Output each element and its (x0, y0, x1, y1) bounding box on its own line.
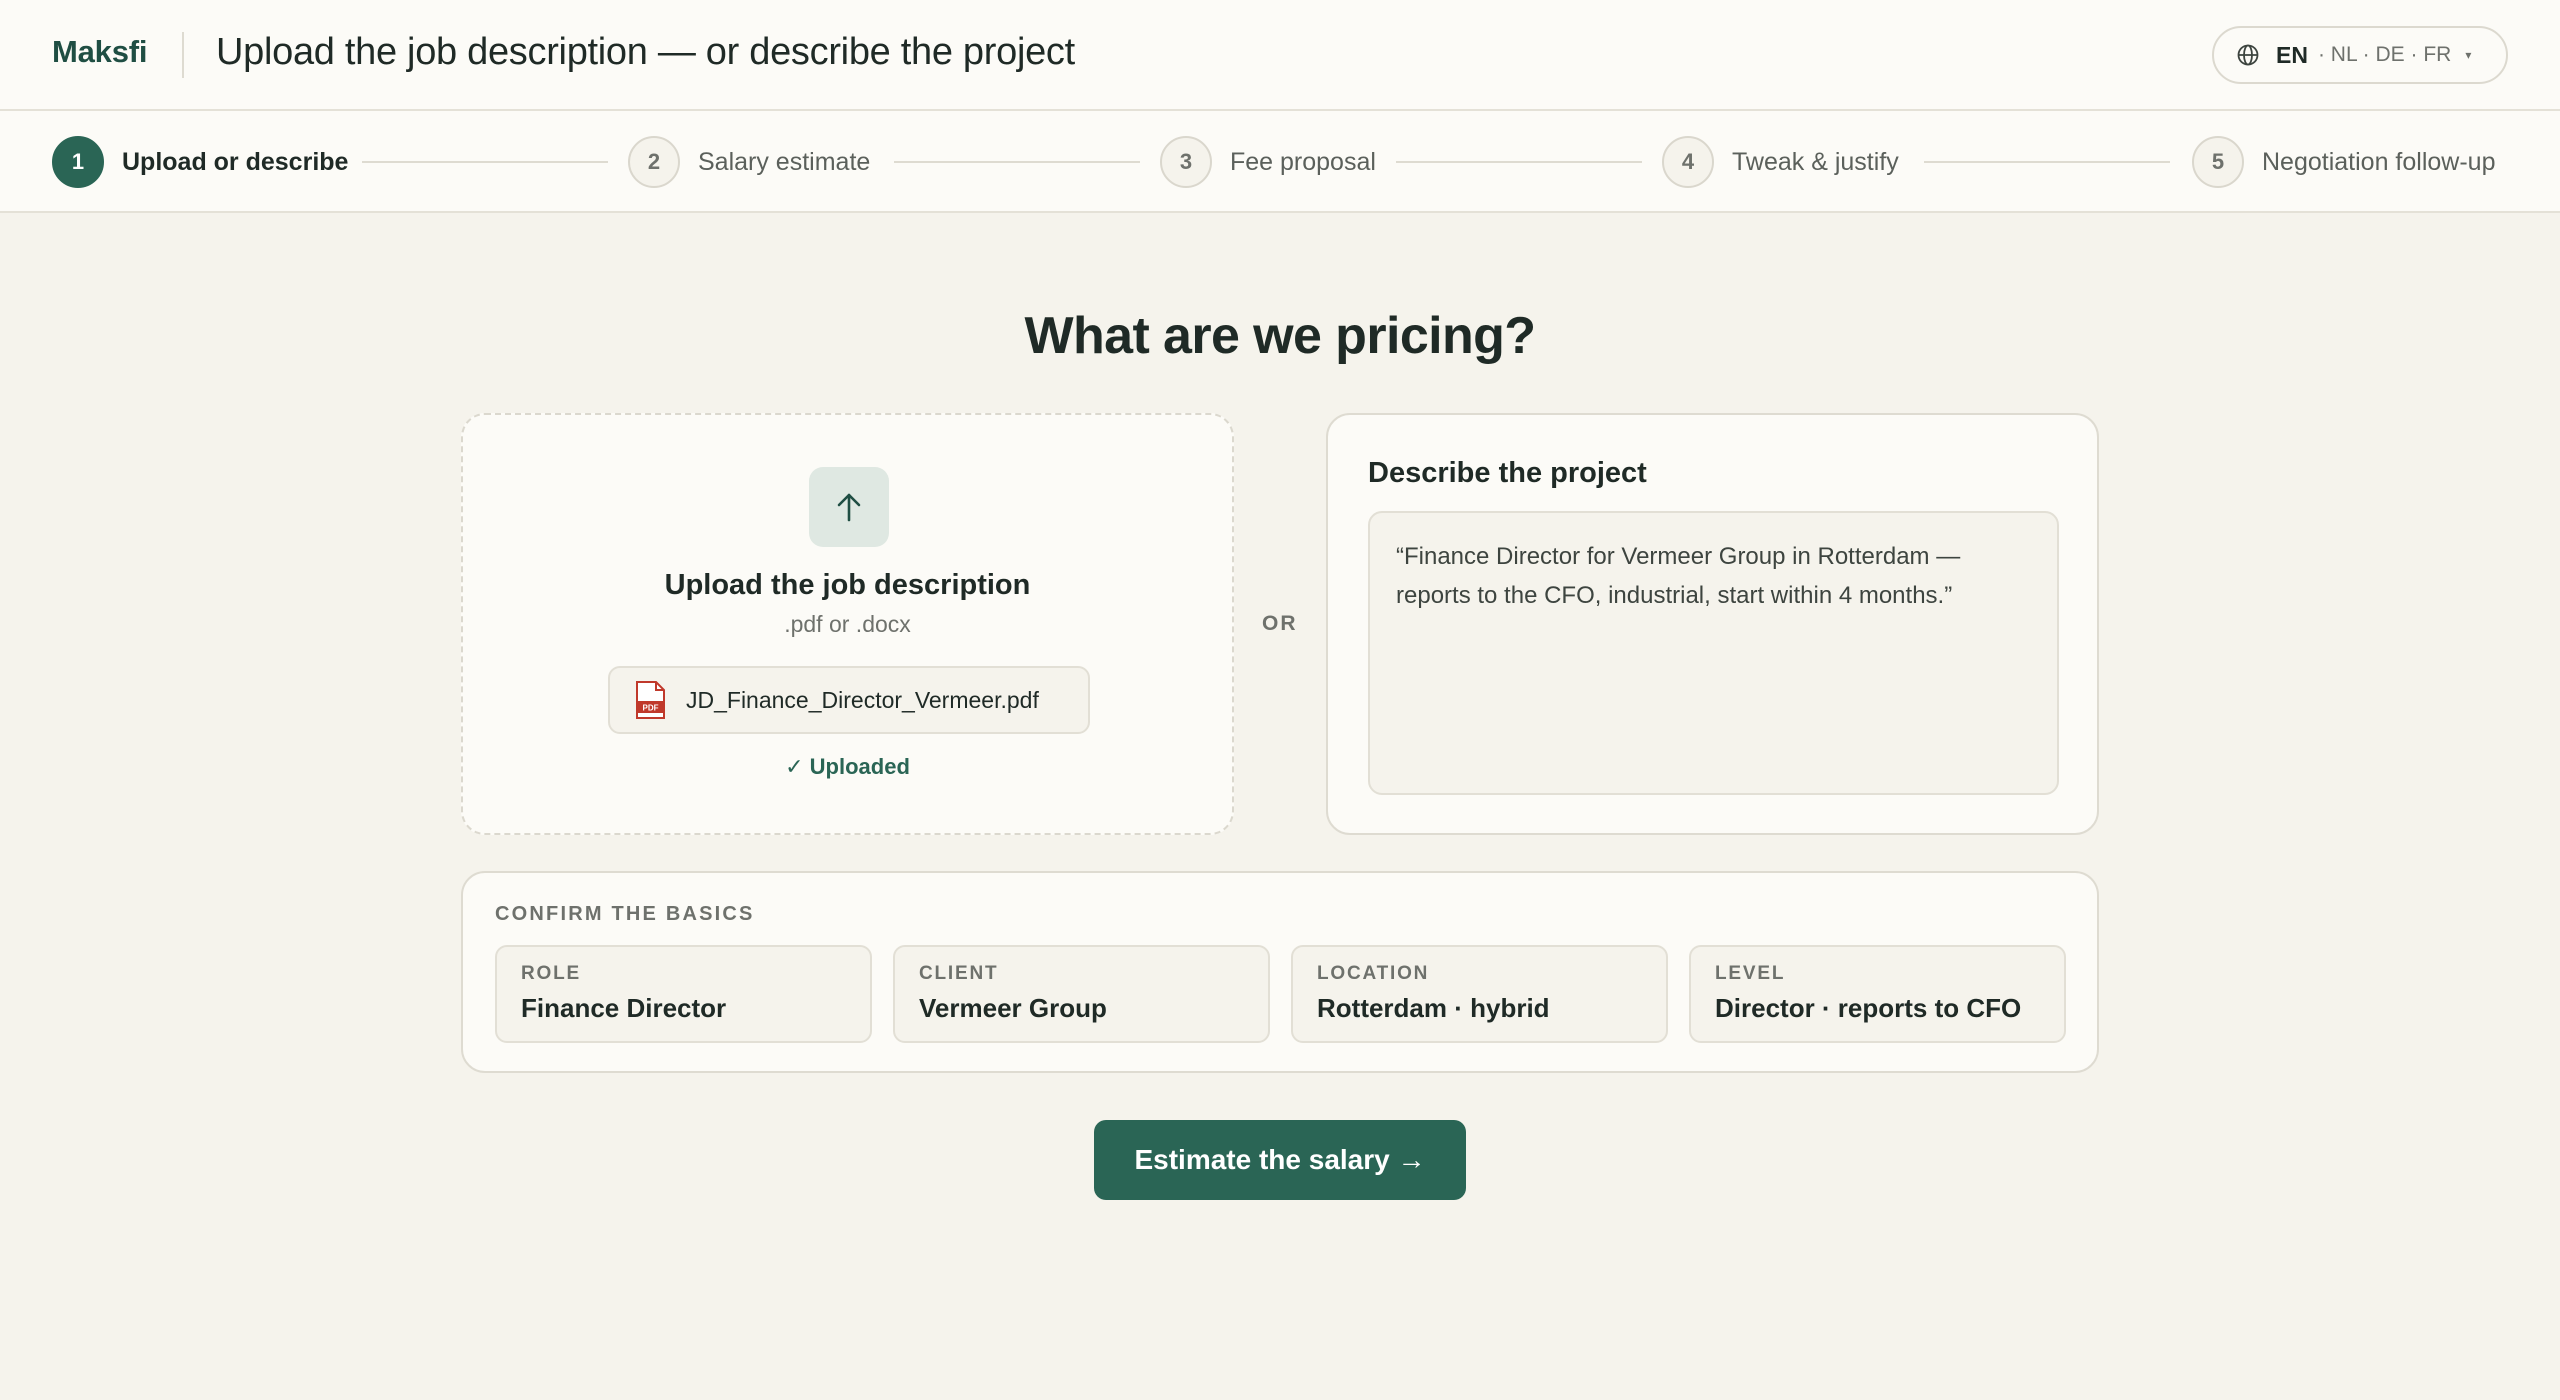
step-connector (1924, 161, 2170, 163)
brand-logo[interactable]: Maksfi (52, 34, 147, 70)
step-upload-or-describe[interactable]: 1 Upload or describe (52, 135, 348, 189)
project-description-input[interactable]: “Finance Director for Vermeer Group in R… (1368, 511, 2059, 795)
language-switcher[interactable]: EN · NL · DE · FR ▾ (2212, 26, 2508, 84)
field-value: Director · reports to CFO (1715, 993, 2022, 1023)
app-header: Maksfi Upload the job description — or d… (0, 0, 2560, 111)
basics-title: CONFIRM THE BASICS (495, 903, 755, 925)
language-active: EN (2276, 41, 2308, 68)
step-label: Upload or describe (122, 147, 349, 176)
describe-title: Describe the project (1368, 457, 1647, 489)
main-heading: What are we pricing? (1024, 307, 1537, 365)
step-number: 4 (1662, 136, 1714, 188)
field-value: Vermeer Group (919, 993, 1107, 1023)
upload-status: ✓ Uploaded (785, 754, 910, 779)
step-number: 3 (1160, 136, 1212, 188)
pdf-icon-label: PDF (643, 704, 659, 713)
page-title: Upload the job description — or describe… (216, 31, 1075, 73)
role-field[interactable]: ROLE Finance Director (495, 945, 872, 1043)
step-label: Salary estimate (698, 147, 871, 176)
or-divider-label: OR (1262, 612, 1298, 635)
step-connector (1396, 161, 1642, 163)
step-fee-proposal[interactable]: 3 Fee proposal (1160, 135, 1376, 189)
step-salary-estimate[interactable]: 2 Salary estimate (628, 135, 870, 189)
field-label: CLIENT (919, 963, 999, 984)
upload-dropzone[interactable]: Upload the job description .pdf or .docx… (461, 413, 1234, 835)
header-divider (182, 32, 184, 78)
step-tweak-justify[interactable]: 4 Tweak & justify (1662, 135, 1899, 189)
step-number: 5 (2192, 136, 2244, 188)
step-connector (362, 161, 608, 163)
field-label: LOCATION (1317, 963, 1430, 984)
step-label: Fee proposal (1230, 147, 1376, 176)
pdf-file-icon: PDF (634, 680, 666, 720)
confirm-basics-card: CONFIRM THE BASICS ROLE Finance Director… (461, 871, 2099, 1073)
step-number: 1 (52, 136, 104, 188)
chevron-down-icon: ▾ (2465, 48, 2472, 62)
uploaded-file-chip[interactable]: PDF JD_Finance_Director_Vermeer.pdf (608, 666, 1090, 734)
upload-title: Upload the job description (664, 569, 1031, 601)
file-name: JD_Finance_Director_Vermeer.pdf (686, 686, 1039, 713)
step-label: Negotiation follow-up (2262, 147, 2496, 176)
upload-formats: .pdf or .docx (784, 611, 911, 637)
describe-project-card: Describe the project “Finance Director f… (1326, 413, 2099, 835)
progress-stepper: 1 Upload or describe 2 Salary estimate 3… (0, 111, 2560, 213)
step-number: 2 (628, 136, 680, 188)
field-label: LEVEL (1715, 963, 1786, 984)
step-label: Tweak & justify (1732, 147, 1899, 176)
step-negotiation-follow-up[interactable]: 5 Negotiation follow-up (2192, 135, 2495, 189)
field-value: Finance Director (521, 993, 727, 1023)
field-value: Rotterdam · hybrid (1317, 993, 1550, 1023)
language-options: · NL · DE · FR (2317, 43, 2452, 66)
arrow-up-icon (809, 467, 889, 547)
client-field[interactable]: CLIENT Vermeer Group (893, 945, 1270, 1043)
field-label: ROLE (521, 963, 581, 984)
globe-icon (2236, 43, 2260, 67)
level-field[interactable]: LEVEL Director · reports to CFO (1689, 945, 2066, 1043)
location-field[interactable]: LOCATION Rotterdam · hybrid (1291, 945, 1668, 1043)
estimate-salary-button[interactable]: Estimate the salary → (1094, 1120, 1466, 1200)
step-connector (894, 161, 1140, 163)
